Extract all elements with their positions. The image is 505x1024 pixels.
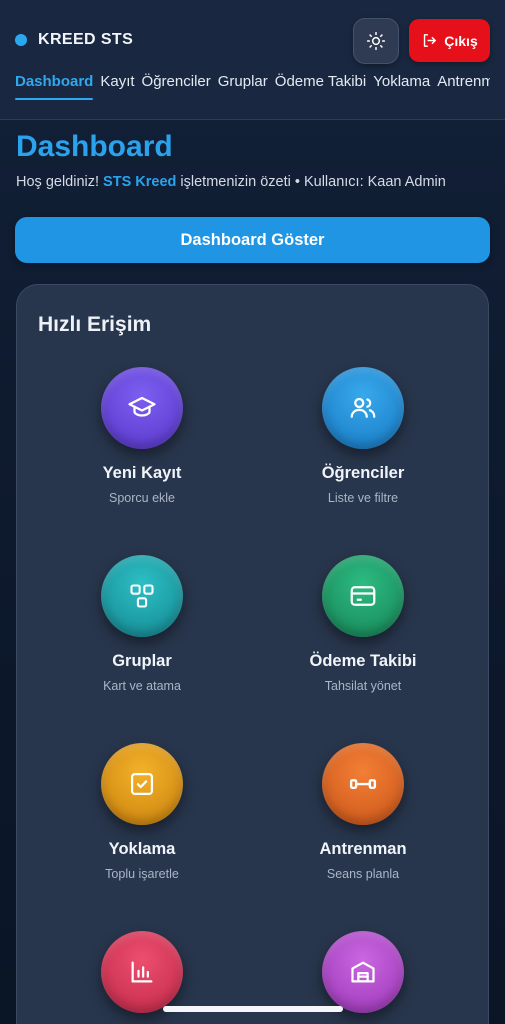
- theme-toggle-button[interactable]: [353, 18, 399, 64]
- tile-raporlar[interactable]: [52, 931, 232, 1013]
- brand-name: KREED STS: [38, 31, 134, 48]
- tile-odeme-takibi[interactable]: Ödeme Takibi Tahsilat yönet: [273, 555, 453, 693]
- tab-kayit[interactable]: Kayıt: [100, 73, 134, 101]
- tile-antrenman[interactable]: Antrenman Seans planla: [273, 743, 453, 881]
- credit-card-icon: [350, 586, 376, 606]
- tile-title: Gruplar: [112, 652, 172, 670]
- logout-button[interactable]: Çıkış: [409, 19, 490, 62]
- logout-icon: [424, 34, 437, 47]
- tile-subtitle: Sporcu ekle: [108, 491, 175, 505]
- tile-icon-circle: [101, 743, 183, 825]
- tile-icon-circle: [101, 931, 183, 1013]
- home-indicator[interactable]: [163, 1006, 343, 1012]
- warehouse-icon: [351, 961, 375, 983]
- tab-odeme-takibi[interactable]: Ödeme Takibi: [275, 73, 366, 101]
- tile-icon-circle: [322, 367, 404, 449]
- checkbox-icon: [130, 772, 154, 796]
- tile-yeni-kayit[interactable]: Yeni Kayıt Sporcu ekle: [52, 367, 232, 505]
- tile-tesis[interactable]: [273, 931, 453, 1013]
- quick-access-title: Hızlı Erişim: [38, 313, 152, 336]
- tile-icon-circle: [101, 367, 183, 449]
- bar-chart-icon: [131, 961, 153, 983]
- tile-ogrenciler[interactable]: Öğrenciler Liste ve filtre: [273, 367, 453, 505]
- tile-yoklama[interactable]: Yoklama Toplu işaretle: [52, 743, 232, 881]
- tile-title: Yoklama: [108, 840, 176, 858]
- tile-gruplar[interactable]: Gruplar Kart ve atama: [52, 555, 232, 693]
- brand: KREED STS: [15, 31, 133, 49]
- page-subtitle: Hoş geldiniz! STS Kreed işletmenizin öze…: [16, 174, 446, 190]
- tile-icon-circle: [101, 555, 183, 637]
- tile-subtitle: Kart ve atama: [103, 679, 181, 693]
- app-header: KREED STS Çıkış Dashboard Kayıt Öğrenciler…: [0, 0, 505, 120]
- page-title: Dashboard: [16, 130, 173, 163]
- dumbbell-icon: [349, 779, 377, 789]
- tile-subtitle: Toplu işaretle: [105, 867, 179, 881]
- tile-icon-circle: [322, 931, 404, 1013]
- grid-icon: [130, 584, 154, 608]
- tile-title: Ödeme Takibi: [309, 652, 417, 670]
- users-icon: [350, 397, 376, 418]
- tab-gruplar[interactable]: Gruplar: [218, 73, 268, 101]
- subtitle-prefix: Hoş geldiniz!: [16, 174, 104, 190]
- tab-yoklama[interactable]: Yoklama: [373, 73, 430, 101]
- tab-ogrenciler[interactable]: Öğrenciler: [142, 73, 211, 101]
- tile-icon-circle: [322, 743, 404, 825]
- tile-title: Yeni Kayıt: [102, 464, 182, 482]
- sun-icon: [366, 31, 386, 51]
- subtitle-suffix: işletmenizin özeti • Kullanıcı: Kaan Adm…: [176, 174, 446, 190]
- quick-access-card: Hızlı Erişim Yeni Kayıt Sporcu ekle Öğre…: [16, 284, 489, 1024]
- subtitle-company: STS Kreed: [103, 174, 177, 190]
- graduation-cap-icon: [128, 396, 156, 417]
- tile-icon-circle: [322, 555, 404, 637]
- nav-tabs: Dashboard Kayıt Öğrenciler Gruplar Ödeme Tak…: [15, 73, 490, 103]
- status-dot-icon: [15, 34, 27, 46]
- tile-subtitle: Liste ve filtre: [327, 491, 399, 505]
- tile-subtitle: Seans planla: [326, 867, 400, 881]
- tab-dashboard[interactable]: Dashboard: [15, 73, 94, 101]
- tab-antrenman[interactable]: Antrenman: [437, 73, 490, 101]
- tile-subtitle: Tahsilat yönet: [324, 679, 402, 693]
- tile-title: Öğrenciler: [321, 464, 405, 482]
- show-dashboard-button[interactable]: Dashboard Göster: [15, 217, 490, 263]
- tile-title: Antrenman: [319, 840, 407, 858]
- logout-label: Çıkış: [444, 32, 478, 49]
